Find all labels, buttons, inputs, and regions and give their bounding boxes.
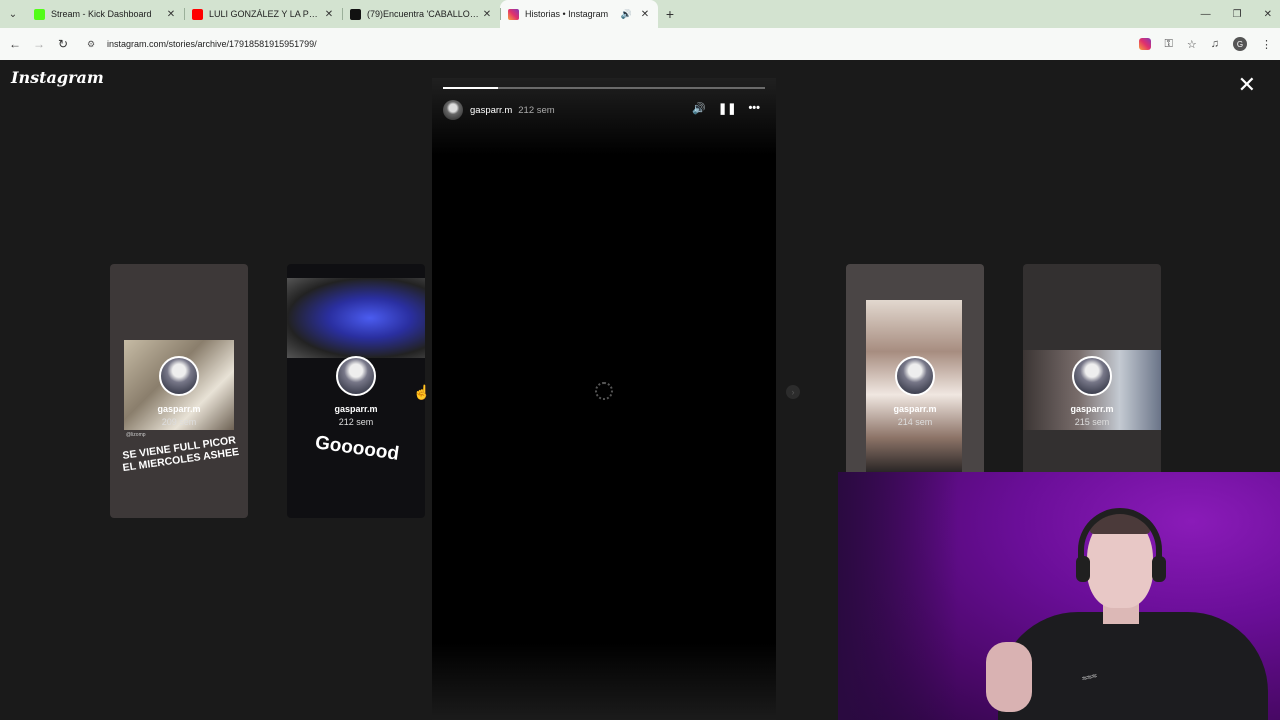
site-info-icon[interactable]: ⚙ bbox=[87, 39, 101, 50]
side-story-card[interactable]: gasparr.m 209 sem @lizomp SE VIENE FULL … bbox=[110, 264, 248, 518]
story-time: 215 sem bbox=[1074, 417, 1110, 427]
volume-icon[interactable]: 🔊 bbox=[692, 102, 706, 115]
tab-close-icon[interactable]: ✕ bbox=[480, 9, 494, 20]
webcam-overlay: ≈≈≈ bbox=[838, 472, 1280, 720]
story-avatar bbox=[336, 356, 376, 396]
close-icon[interactable]: ✕ bbox=[1238, 74, 1256, 96]
side-story-card[interactable]: gasparr.m 212 sem Goooood bbox=[287, 264, 425, 518]
tab-title: LULI GONZÁLEZ Y LA PEOR EN bbox=[209, 9, 322, 19]
story-header-avatar[interactable] bbox=[443, 100, 463, 120]
next-story-icon[interactable]: › bbox=[786, 385, 800, 399]
story-time: 212 sem bbox=[338, 417, 374, 427]
tab-close-icon[interactable]: ✕ bbox=[638, 9, 652, 20]
webcam-person-body bbox=[998, 612, 1268, 720]
instagram-logo[interactable]: Instagram bbox=[11, 68, 104, 87]
tiktok-favicon-icon bbox=[350, 8, 361, 20]
story-header: gasparr.m 212 sem bbox=[443, 100, 555, 120]
story-progress-bar bbox=[443, 87, 765, 89]
back-icon[interactable]: ← bbox=[3, 37, 27, 51]
key-icon[interactable]: ⚿ bbox=[1165, 38, 1173, 51]
story-time: 209 sem bbox=[161, 417, 197, 427]
window-controls: — ❐ ✕ bbox=[1201, 0, 1272, 28]
tab-tiktok[interactable]: (79)Encuentra 'CABALLOS' en T ✕ bbox=[342, 0, 500, 28]
url-text: instagram.com/stories/archive/1791858191… bbox=[107, 39, 317, 49]
story-caption: Goooood bbox=[313, 432, 401, 465]
headset-right-ear-icon bbox=[1152, 556, 1166, 582]
minimize-icon[interactable]: — bbox=[1201, 9, 1211, 20]
address-bar[interactable]: ⚙ instagram.com/stories/archive/17918581… bbox=[81, 32, 1131, 56]
story-progress-fill bbox=[443, 87, 498, 89]
kick-favicon-icon bbox=[34, 8, 45, 20]
webcam-background bbox=[838, 472, 958, 720]
story-caption: SE VIENE FULL PICOR EL MIERCOLES ASHEE bbox=[121, 434, 240, 475]
mouse-cursor-icon: ☝ bbox=[413, 384, 431, 400]
browser-tab-bar: ⌄ Stream - Kick Dashboard ✕ LULI GONZÁLE… bbox=[0, 0, 1280, 28]
story-username: gasparr.m bbox=[893, 404, 937, 414]
tab-title: (79)Encuentra 'CABALLOS' en T bbox=[367, 9, 480, 19]
story-small-text: @lizomp bbox=[126, 432, 146, 438]
tab-audio-icon[interactable]: 🔊 bbox=[621, 9, 632, 20]
headset-icon bbox=[1078, 508, 1162, 572]
toolbar-right-icons: ⚿ ☆ ♫ G ⋮ bbox=[1138, 28, 1272, 60]
tab-close-icon[interactable]: ✕ bbox=[322, 9, 336, 20]
webcam-person-hand bbox=[986, 642, 1032, 712]
loading-spinner-icon bbox=[595, 382, 613, 400]
story-controls: 🔊 ❚❚ ••• bbox=[692, 102, 760, 115]
story-thumbnail-image bbox=[287, 278, 425, 358]
forward-icon[interactable]: → bbox=[27, 37, 51, 51]
instagram-favicon-icon bbox=[508, 8, 519, 20]
bookmark-star-icon[interactable]: ☆ bbox=[1187, 38, 1197, 51]
story-avatar bbox=[895, 356, 935, 396]
tab-search-icon[interactable]: ⌄ bbox=[0, 0, 26, 28]
browser-menu-icon[interactable]: ⋮ bbox=[1261, 38, 1272, 51]
story-username: gasparr.m bbox=[157, 404, 201, 414]
tab-title: Stream - Kick Dashboard bbox=[51, 9, 152, 19]
restore-icon[interactable]: ❐ bbox=[1233, 9, 1242, 20]
media-controls-icon[interactable]: ♫ bbox=[1211, 38, 1219, 50]
story-avatar bbox=[159, 356, 199, 396]
reload-icon[interactable]: ↻ bbox=[51, 37, 75, 51]
tab-instagram[interactable]: Historias • Instagram 🔊 ✕ bbox=[500, 0, 658, 28]
instagram-extension-icon[interactable] bbox=[1138, 38, 1151, 50]
more-icon[interactable]: ••• bbox=[748, 102, 760, 115]
story-header-username[interactable]: gasparr.m bbox=[470, 105, 512, 116]
tab-title: Historias • Instagram bbox=[525, 9, 609, 19]
window-close-icon[interactable]: ✕ bbox=[1264, 9, 1272, 20]
story-username: gasparr.m bbox=[1070, 404, 1114, 414]
pause-icon[interactable]: ❚❚ bbox=[718, 102, 736, 115]
headset-left-ear-icon bbox=[1076, 556, 1090, 582]
story-avatar bbox=[1072, 356, 1112, 396]
story-username: gasparr.m bbox=[334, 404, 378, 414]
profile-avatar-icon[interactable]: G bbox=[1233, 37, 1247, 51]
youtube-favicon-icon bbox=[192, 8, 203, 20]
tab-close-icon[interactable]: ✕ bbox=[164, 9, 178, 20]
browser-toolbar: ← → ↻ ⚙ instagram.com/stories/archive/17… bbox=[0, 28, 1280, 60]
tab-kick[interactable]: Stream - Kick Dashboard ✕ bbox=[26, 0, 184, 28]
current-story[interactable]: gasparr.m 212 sem 🔊 ❚❚ ••• bbox=[432, 78, 776, 720]
story-header-time: 212 sem bbox=[518, 104, 555, 116]
new-tab-button[interactable]: + bbox=[658, 6, 682, 22]
tab-youtube[interactable]: LULI GONZÁLEZ Y LA PEOR EN ✕ bbox=[184, 0, 342, 28]
story-time: 214 sem bbox=[897, 417, 933, 427]
